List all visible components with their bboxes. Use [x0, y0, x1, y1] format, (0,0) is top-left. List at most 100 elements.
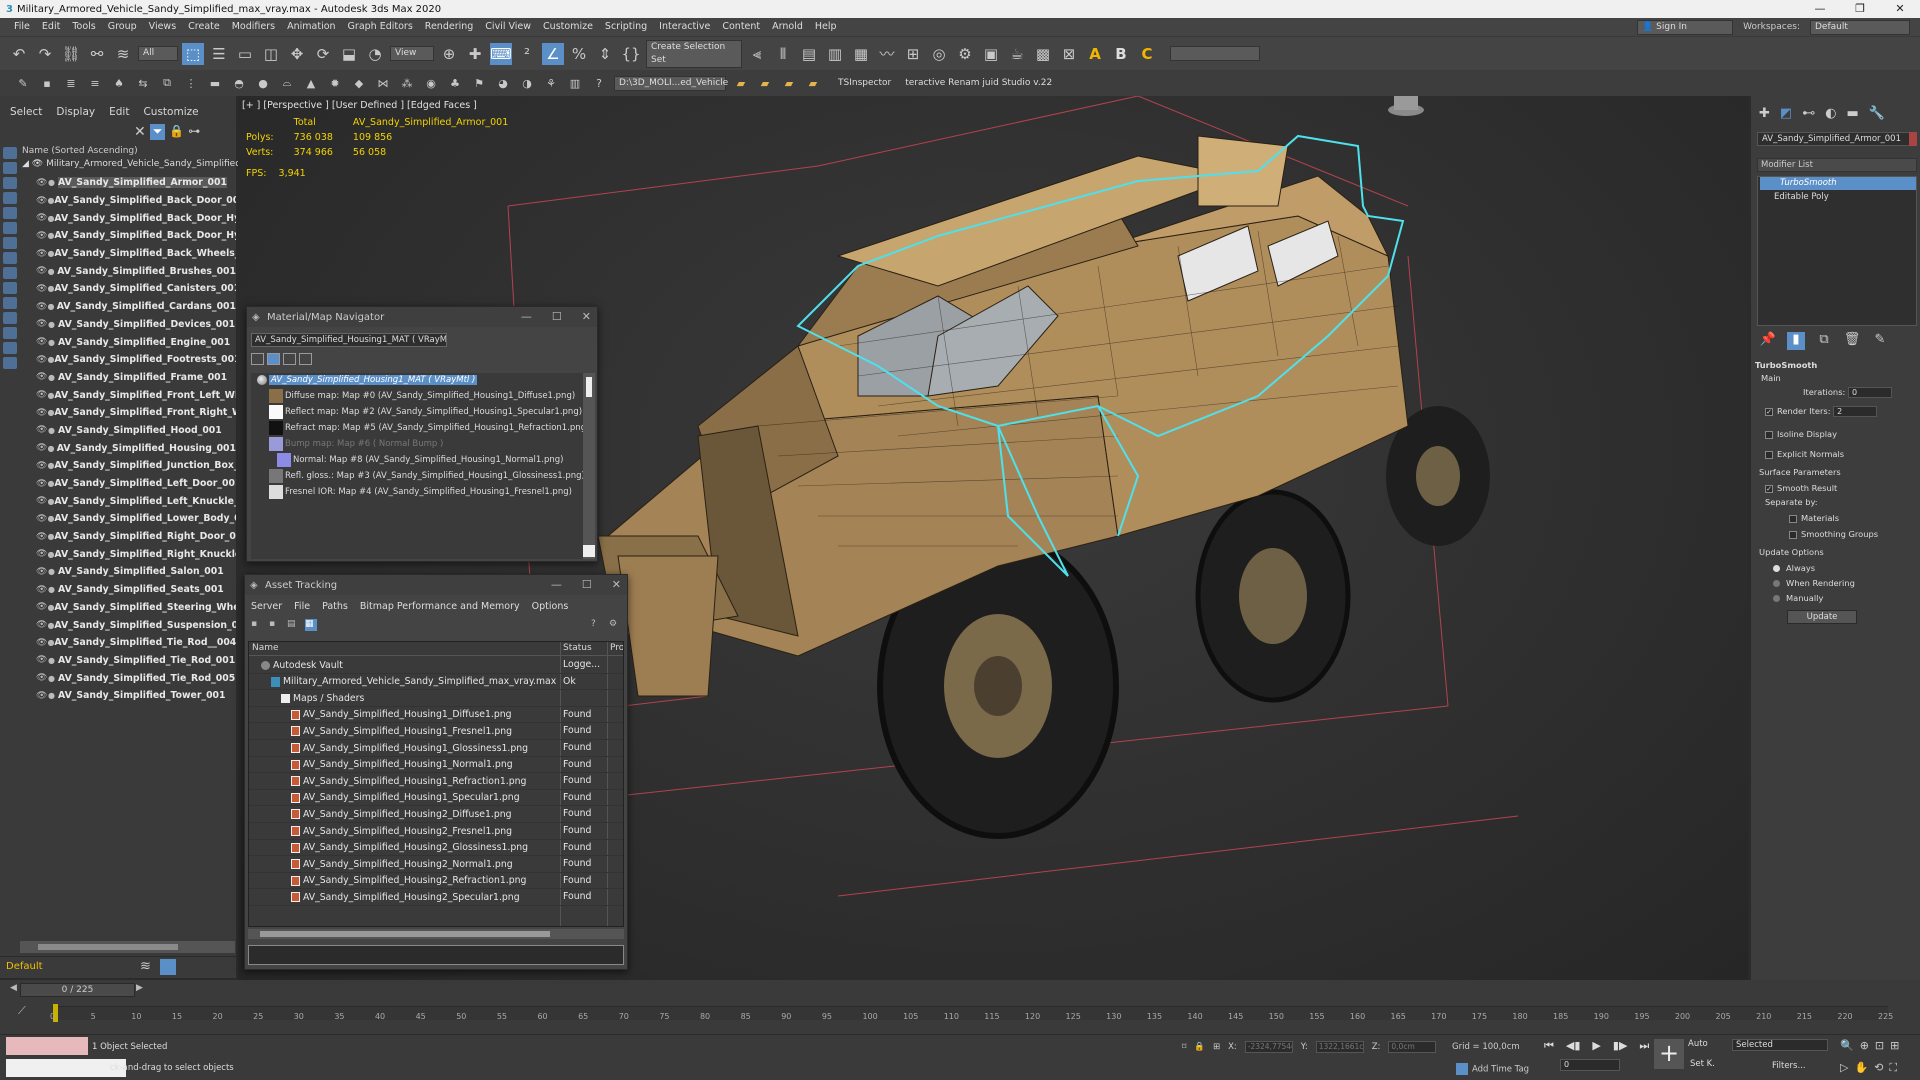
helper-icon[interactable]: ▲ — [302, 74, 320, 92]
fov-icon[interactable]: ▷ — [1840, 1061, 1848, 1075]
plant-icon[interactable]: ♣ — [446, 74, 464, 92]
explorer-item[interactable]: 👁 ● AV_Sandy_Simplified_Salon_001 — [36, 563, 236, 581]
freeze-dot-icon[interactable]: ● — [48, 656, 58, 665]
spinner-snap-icon[interactable]: ⇕ — [594, 43, 616, 65]
asset-row-map[interactable]: AV_Sandy_Simplified_Housing2_Diffuse1.pn… — [249, 806, 623, 823]
vray-fur-icon[interactable]: ⚘ — [542, 74, 560, 92]
matnav-map-item[interactable]: Refract map: Map #5 (AV_Sandy_Simplified… — [269, 421, 589, 435]
view-large-icons-icon[interactable] — [299, 353, 312, 365]
asset-tree-icon[interactable]: ▤ — [287, 619, 299, 631]
material-map-navigator[interactable]: ◈ Material/Map Navigator — ☐ ✕ AV_Sandy_… — [246, 306, 598, 562]
filter-frozen-icon[interactable] — [3, 297, 17, 309]
zoom-icon[interactable]: 🔍 — [1840, 1039, 1854, 1052]
isoline-checkbox[interactable] — [1765, 430, 1773, 439]
maximize-viewport-icon[interactable]: ⛶ — [1889, 1061, 1897, 1075]
visibility-eye-icon[interactable]: 👁 — [36, 532, 47, 542]
materials-checkbox[interactable] — [1789, 514, 1797, 523]
paint-icon[interactable]: ♠ — [110, 74, 128, 92]
filter-none-icon[interactable] — [3, 342, 17, 354]
project-path-dropdown[interactable]: D:\3D_MOLI...ed_Vehicle — [614, 75, 728, 91]
menu-create[interactable]: Create — [182, 18, 226, 36]
maxscript-listener-mini[interactable] — [6, 1037, 88, 1055]
stack-item-editable-poly[interactable]: Editable Poly — [1760, 191, 1916, 204]
asset-menu-file[interactable]: File — [294, 601, 310, 612]
zoom-extents-all-icon[interactable]: ⊞ — [1890, 1039, 1899, 1052]
explorer-item[interactable]: 👁 ● AV_Sandy_Simplified_Steering_Whe — [36, 599, 236, 617]
freeze-dot-icon[interactable]: ● — [47, 621, 54, 630]
maxscript-input[interactable] — [6, 1059, 126, 1077]
visibility-eye-icon[interactable]: 👁 — [36, 638, 47, 648]
menu-modifiers[interactable]: Modifiers — [226, 18, 281, 36]
freeze-dot-icon[interactable]: ● — [48, 373, 58, 382]
render-production-icon[interactable]: ▩ — [1032, 43, 1054, 65]
asset-row-map[interactable]: AV_Sandy_Simplified_Housing2_Specular1.p… — [249, 889, 623, 906]
undo-icon[interactable]: ↶ — [8, 43, 30, 65]
configure-sets-icon[interactable]: ✎ — [1871, 332, 1889, 350]
asset-help-icon[interactable]: ? — [591, 619, 603, 631]
visibility-eye-icon[interactable]: 👁 — [36, 602, 47, 612]
layer-explorer-icon[interactable]: ▥ — [824, 43, 846, 65]
vray-material-icon[interactable]: ◕ — [494, 74, 512, 92]
folder-icon[interactable]: ▰ — [732, 74, 750, 92]
pan-icon[interactable]: ✋ — [1854, 1061, 1868, 1075]
pin-stack-icon[interactable]: 📌 — [1759, 332, 1777, 350]
render-iters-spinner[interactable]: 2 — [1833, 406, 1878, 417]
next-key-icon[interactable]: ▮▶ — [1613, 1039, 1628, 1053]
goto-end-icon[interactable]: ⏭ — [1639, 1039, 1649, 1053]
freeze-dot-icon[interactable]: ● — [47, 532, 54, 541]
angle-snap-icon[interactable]: ∠ — [542, 42, 564, 65]
add-time-tag[interactable]: Add Time Tag — [1456, 1063, 1529, 1075]
explorer-item[interactable]: 👁 ● AV_Sandy_Simplified_Engine_001 — [36, 333, 236, 351]
filter-invert-icon[interactable] — [3, 357, 17, 369]
freeze-dot-icon[interactable]: ● — [48, 178, 58, 187]
key-filter-dropdown[interactable]: Selected — [1732, 1039, 1828, 1051]
explorer-item[interactable]: 👁 ● AV_Sandy_Simplified_Frame_001 — [36, 369, 236, 387]
move-icon[interactable]: ✥ — [286, 43, 308, 65]
explorer-item[interactable]: 👁 ● AV_Sandy_Simplified_Canisters_001 — [36, 280, 236, 298]
select-by-name-icon[interactable]: ☰ — [208, 43, 230, 65]
ref-coord-dropdown[interactable]: View — [390, 46, 434, 61]
asset-col-proxy[interactable]: Prox — [610, 643, 623, 653]
layers-icon[interactable]: ≡ — [86, 74, 104, 92]
asset-row-map[interactable]: AV_Sandy_Simplified_Housing2_Glossiness1… — [249, 840, 623, 857]
menu-arnold[interactable]: Arnold — [766, 18, 809, 36]
visibility-eye-icon[interactable]: 👁 — [36, 691, 48, 701]
explorer-tab-customize[interactable]: Customize — [143, 106, 198, 118]
menu-views[interactable]: Views — [143, 18, 183, 36]
asset-row-map[interactable]: AV_Sandy_Simplified_Housing2_Refraction1… — [249, 873, 623, 890]
freeze-dot-icon[interactable]: ● — [47, 391, 54, 400]
visibility-eye-icon[interactable]: 👁 — [36, 673, 48, 683]
explorer-hscrollbar[interactable] — [20, 941, 235, 953]
visibility-eye-icon[interactable]: 👁 — [36, 390, 47, 400]
box-icon[interactable]: ▬ — [206, 74, 224, 92]
explorer-tab-display[interactable]: Display — [56, 106, 95, 118]
text-a-icon[interactable]: A — [1084, 43, 1106, 65]
zoom-extents-icon[interactable]: ⊡ — [1875, 1039, 1884, 1052]
visibility-eye-icon[interactable]: 👁 — [36, 514, 47, 524]
always-radio[interactable] — [1773, 565, 1780, 572]
asset-table-icon[interactable]: ▦ — [305, 619, 317, 631]
explorer-item[interactable]: 👁 ● AV_Sandy_Simplified_Devices_001 — [36, 316, 236, 334]
timeline-track[interactable] — [52, 1006, 1888, 1020]
help-icon[interactable]: ? — [590, 74, 608, 92]
asset-row-file[interactable]: Military_Armored_Vehicle_Sandy_Simplifie… — [249, 674, 623, 691]
close-button[interactable]: ✕ — [1880, 0, 1920, 18]
freeze-dot-icon[interactable]: ● — [47, 479, 54, 488]
visibility-eye-icon[interactable]: 👁 — [36, 567, 48, 577]
asset-row-map[interactable]: AV_Sandy_Simplified_Housing2_Fresnel1.pn… — [249, 823, 623, 840]
visibility-eye-icon[interactable]: 👁 — [36, 549, 47, 559]
visibility-eye-icon[interactable]: 👁 — [36, 443, 47, 453]
freeze-dot-icon[interactable]: ● — [47, 461, 54, 470]
visibility-eye-icon[interactable]: 👁 — [36, 302, 47, 312]
render-iterative-icon[interactable]: ⊠ — [1058, 43, 1080, 65]
menu-interactive[interactable]: Interactive — [653, 18, 716, 36]
asset-path-input[interactable] — [248, 945, 624, 965]
matnav-map-item[interactable]: Bump map: Map #6 ( Normal Bump ) — [269, 437, 443, 451]
explorer-item[interactable]: 👁 ● AV_Sandy_Simplified_Tie_Rod_005 — [36, 669, 236, 687]
expand-arrow-icon[interactable]: ◢ — [22, 159, 32, 169]
filter-shapes-icon[interactable] — [3, 162, 17, 174]
explorer-item[interactable]: 👁 ● AV_Sandy_Simplified_Back_Door_Hy — [36, 209, 236, 227]
visibility-eye-icon[interactable]: 👁 — [36, 249, 47, 259]
matnav-vscrollbar[interactable] — [583, 373, 595, 559]
next-frame-arrow[interactable]: ▶ — [136, 983, 143, 993]
